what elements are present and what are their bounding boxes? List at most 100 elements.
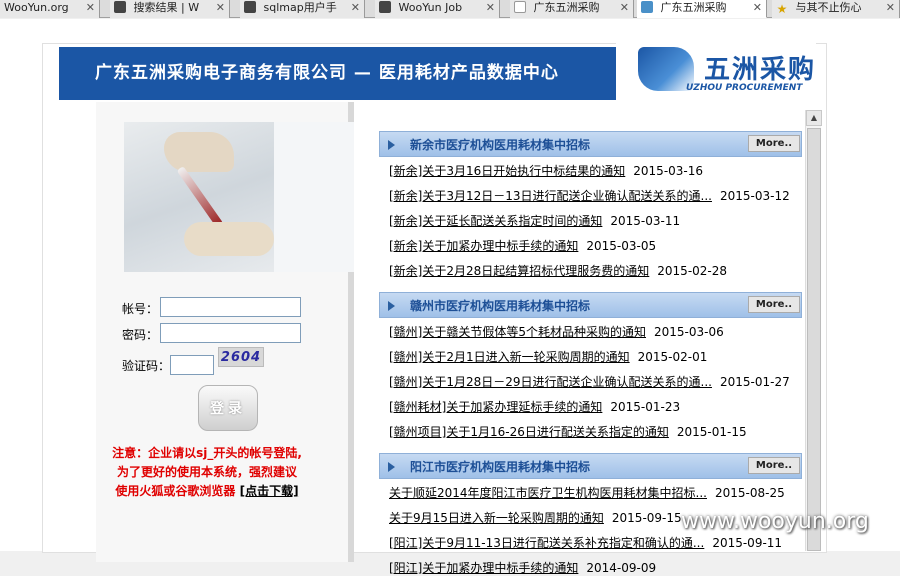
item-date: 2015-03-11	[610, 214, 681, 228]
more-button[interactable]: More..	[748, 457, 800, 474]
captcha-input[interactable]	[170, 355, 214, 375]
vertical-scrollbar[interactable]: ▲	[805, 110, 822, 551]
scroll-thumb[interactable]	[807, 128, 821, 551]
list-item: [赣州耗材]关于加紧办理延标手续的通知 2015-01-23	[389, 398, 680, 415]
list-item: [阳江]关于加紧办理中标手续的通知 2014-09-09	[389, 559, 656, 576]
list-item: [赣州]关于赣关节假体等5个耗材品种采购的通知 2015-03-06	[389, 323, 724, 340]
close-tab-icon[interactable]: ✕	[351, 0, 360, 16]
item-date: 2015-03-12	[719, 189, 790, 203]
notice-link[interactable]: [阳江]关于9月11-13日进行配送关系补充指定和确认的通...	[389, 536, 704, 550]
item-date: 2015-02-28	[657, 264, 728, 278]
tab-label: 搜索结果 | W	[133, 1, 200, 14]
close-tab-icon[interactable]: ✕	[216, 0, 225, 16]
tab-label: WooYun.org	[4, 1, 69, 14]
notice-link[interactable]: 关于顺延2014年度阳江市医疗卫生机构医用耗材集中招标...	[389, 486, 707, 500]
notice-link[interactable]: [新余]关于延长配送关系指定时间的通知	[389, 214, 602, 228]
list-item: [赣州项目]关于1月16-26日进行配送关系指定的通知 2015-01-15	[389, 423, 747, 440]
lab-photo	[124, 122, 354, 272]
site-icon	[641, 1, 653, 13]
notice-link[interactable]: [新余]关于3月16日开始执行中标结果的通知	[389, 164, 625, 178]
item-date: 2015-01-15	[676, 425, 747, 439]
arrow-icon	[388, 462, 395, 472]
list-item: [阳江]关于9月11-13日进行配送关系补充指定和确认的通... 2015-09-…	[389, 534, 782, 551]
item-date: 2014-09-09	[586, 561, 657, 575]
item-date: 2015-03-05	[586, 239, 657, 253]
list-item: [赣州]关于1月28日－29日进行配送企业确认配送关系的通... 2015-01-…	[389, 373, 790, 390]
notice-link[interactable]: [赣州耗材]关于加紧办理延标手续的通知	[389, 400, 602, 414]
item-date: 2015-01-27	[719, 375, 790, 389]
list-item: [赣州]关于2月1日进入新一轮采购周期的通知 2015-02-01	[389, 348, 707, 365]
tab-label: 与其不止伤心	[795, 1, 862, 14]
tab-wuzhou-active[interactable]: 广东五洲采购 ✕	[637, 0, 767, 18]
notice-link[interactable]: [新余]关于加紧办理中标手续的通知	[389, 239, 578, 253]
banner-title: 广东五洲采购电子商务有限公司 — 医用耗材产品数据中心	[59, 47, 616, 100]
section-title: 新余市医疗机构医用耗材集中招标	[410, 138, 591, 152]
notice-browser-text: 使用火狐或谷歌浏览器	[115, 484, 236, 498]
tab-bookmark[interactable]: ★ 与其不止伤心 ✕	[772, 0, 900, 18]
logo-text: 五洲采购	[704, 55, 817, 85]
close-tab-icon[interactable]: ✕	[86, 0, 95, 16]
notice-link[interactable]: [赣州]关于1月28日－29日进行配送企业确认配送关系的通...	[389, 375, 712, 389]
tab-wooyun[interactable]: WooYun.org ✕	[0, 0, 100, 18]
notice-link[interactable]: [赣州]关于2月1日进入新一轮采购周期的通知	[389, 350, 630, 364]
item-date: 2015-03-16	[633, 164, 704, 178]
close-tab-icon[interactable]: ✕	[753, 0, 762, 16]
list-item: [新余]关于延长配送关系指定时间的通知 2015-03-11	[389, 212, 680, 229]
notice-link[interactable]: [新余]关于2月28日起结算招标代理服务费的通知	[389, 264, 649, 278]
item-date: 2015-01-23	[610, 400, 681, 414]
captcha-image[interactable]: 2604	[218, 347, 264, 367]
browser-tab-bar: WooYun.org ✕ 搜索结果 | W ✕ sqlmap用户手 ✕ WooY…	[0, 0, 900, 18]
arrow-icon	[388, 301, 395, 311]
scroll-up-icon[interactable]: ▲	[806, 110, 822, 126]
notice-link[interactable]: [赣州项目]关于1月16-26日进行配送关系指定的通知	[389, 425, 669, 439]
tab-label: 广东五洲采购	[533, 1, 600, 14]
password-input[interactable]	[160, 323, 301, 343]
password-label: 密码：	[122, 328, 159, 342]
section-header: 新余市医疗机构医用耗材集中招标 More..	[379, 131, 802, 157]
item-date: 2015-09-15	[611, 511, 682, 525]
tab-label: WooYun Job	[398, 1, 463, 14]
item-date: 2015-03-06	[654, 325, 724, 339]
page-content: 广东五洲采购电子商务有限公司 — 医用耗材产品数据中心 五洲采购 UZHOU P…	[0, 19, 900, 575]
notice-line: 使用火狐或谷歌浏览器 [点击下载]	[82, 482, 332, 501]
item-date: 2015-02-01	[637, 350, 708, 364]
app-icon	[114, 1, 126, 13]
captcha-label: 验证码：	[122, 359, 171, 373]
more-button[interactable]: More..	[748, 135, 800, 152]
tab-search-results[interactable]: 搜索结果 | W ✕	[110, 0, 230, 18]
notice-line: 注意：企业请以sj_开头的帐号登陆,	[112, 446, 302, 460]
arrow-icon	[388, 140, 395, 150]
notice-link[interactable]: [阳江]关于加紧办理中标手续的通知	[389, 561, 578, 575]
more-button[interactable]: More..	[748, 296, 800, 313]
star-icon: ★	[776, 2, 788, 16]
announcements-panel: 新余市医疗机构医用耗材集中招标 More.. [新余]关于3月16日开始执行中标…	[379, 131, 802, 575]
account-label: 帐号：	[122, 302, 159, 316]
login-button[interactable]: 登录	[198, 385, 258, 431]
browser-notice: 注意：企业请以sj_开头的帐号登陆, 为了更好的使用本系统，强烈建议 使用火狐或…	[82, 444, 332, 501]
close-tab-icon[interactable]: ✕	[620, 0, 629, 16]
watermark: www.wooyun.org	[681, 509, 869, 534]
list-item: [新余]关于加紧办理中标手续的通知 2015-03-05	[389, 237, 656, 254]
close-tab-icon[interactable]: ✕	[886, 0, 895, 16]
notice-link[interactable]: [赣州]关于赣关节假体等5个耗材品种采购的通知	[389, 325, 646, 339]
tab-wuzhou-1[interactable]: 广东五洲采购 ✕	[510, 0, 634, 18]
app-icon	[379, 1, 391, 13]
notice-link[interactable]: 关于9月15日进入新一轮采购周期的通知	[389, 511, 604, 525]
close-tab-icon[interactable]: ✕	[486, 0, 495, 16]
notice-link[interactable]: [新余]关于3月12日－13日进行配送企业确认配送关系的通...	[389, 189, 712, 203]
section-header: 赣州市医疗机构医用耗材集中招标 More..	[379, 292, 802, 318]
list-item: 关于顺延2014年度阳江市医疗卫生机构医用耗材集中招标... 2015-08-25	[389, 484, 785, 501]
company-logo: 五洲采购 UZHOU PROCUREMENT	[616, 43, 816, 101]
account-input[interactable]	[160, 297, 301, 317]
section-title: 赣州市医疗机构医用耗材集中招标	[410, 299, 591, 313]
tab-label: 广东五洲采购	[660, 1, 727, 14]
list-item: [新余]关于3月12日－13日进行配送企业确认配送关系的通... 2015-03-…	[389, 187, 790, 204]
item-date: 2015-09-11	[712, 536, 783, 550]
tab-sqlmap[interactable]: sqlmap用户手 ✕	[240, 0, 365, 18]
tab-wooyun-job[interactable]: WooYun Job ✕	[375, 0, 500, 18]
list-item: [新余]关于3月16日开始执行中标结果的通知 2015-03-16	[389, 162, 703, 179]
notice-line: 为了更好的使用本系统，强烈建议	[116, 465, 297, 479]
download-link[interactable]: [点击下载]	[240, 484, 299, 498]
list-item: 关于9月15日进入新一轮采购周期的通知 2015-09-15	[389, 509, 682, 526]
app-icon	[244, 1, 256, 13]
